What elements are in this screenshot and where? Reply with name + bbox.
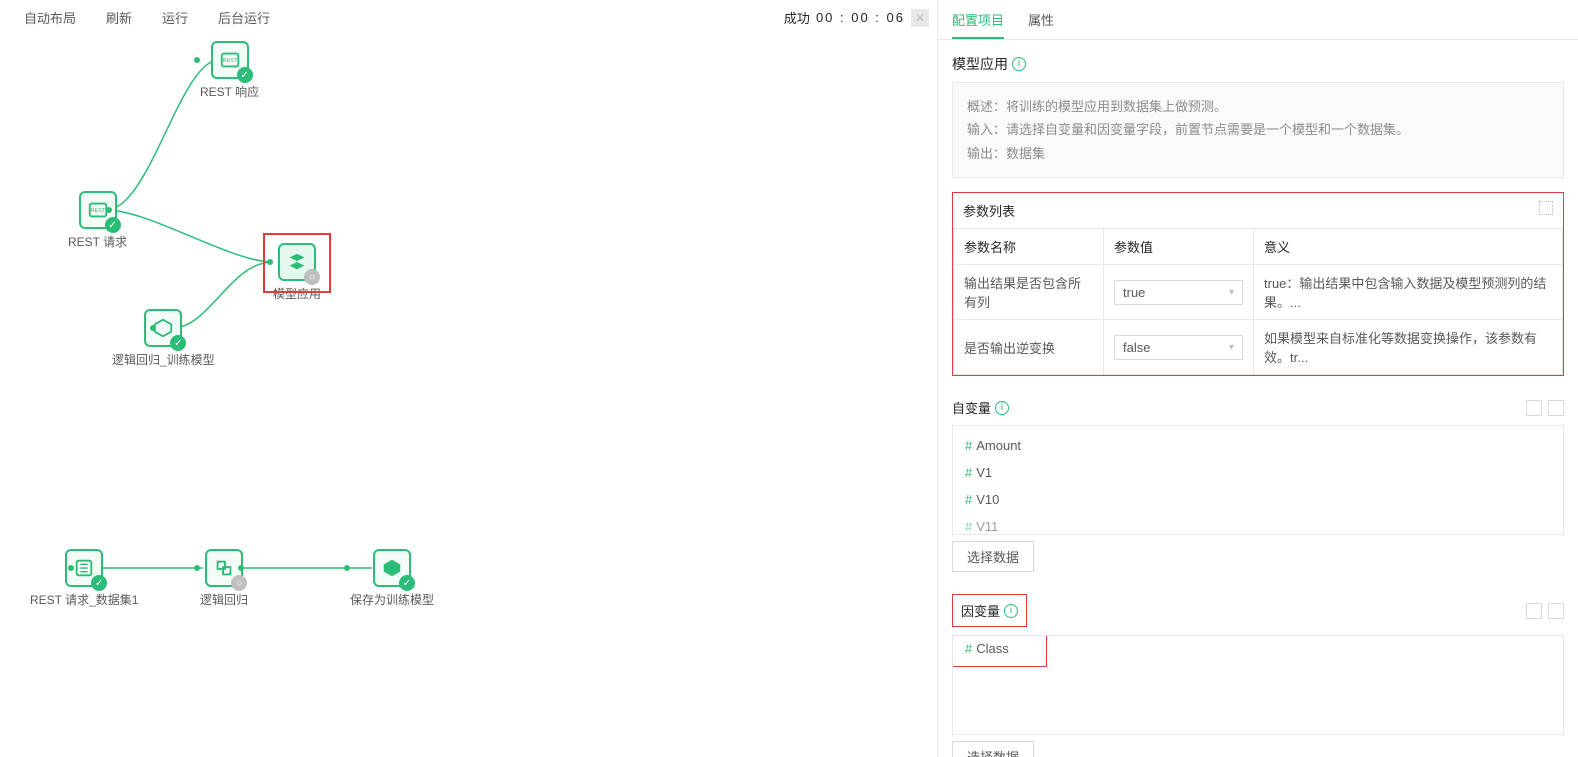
param-list-box: 参数列表 参数名称 参数值 意义 输出结果是否包含所有列 true ▾	[952, 192, 1564, 376]
select-data-button[interactable]: 选择数据	[952, 541, 1034, 572]
ivars-list[interactable]: #Amount #V1 #V10 #V11	[952, 425, 1564, 535]
node-model-apply[interactable]: ○ 模型应用	[273, 243, 321, 302]
clear-icon[interactable]	[1548, 400, 1564, 416]
param-col-name: 参数名称	[954, 229, 1104, 265]
run-button[interactable]: 运行	[162, 8, 188, 27]
run-status: 成功 00 : 00 : 06 ✕	[784, 8, 929, 27]
run-status-label: 成功	[784, 8, 810, 27]
clear-icon[interactable]	[1548, 603, 1564, 619]
close-icon[interactable]: ✕	[911, 9, 929, 27]
desc-line: 概述：将训练的模型应用到数据集上做预测。	[967, 95, 1549, 118]
neutral-icon: ○	[231, 575, 247, 591]
node-label: 逻辑回归_训练模型	[112, 353, 215, 367]
copy-icon[interactable]	[1526, 400, 1542, 416]
param-row: 输出结果是否包含所有列 true ▾ true：输出结果中包含输入数据及模型预测…	[954, 265, 1563, 320]
check-icon: ✓	[237, 67, 253, 83]
tabs: 配置项目 属性	[938, 0, 1578, 40]
node-logistic-train[interactable]: ✓ 逻辑回归_训练模型	[112, 309, 215, 368]
node-logistic-regression[interactable]: ○ 逻辑回归	[200, 549, 248, 608]
var-item[interactable]: #V1	[953, 459, 1563, 486]
chevron-down-icon: ▾	[1229, 342, 1234, 353]
info-icon[interactable]: i	[1004, 604, 1018, 618]
param-col-meaning: 意义	[1254, 229, 1563, 265]
node-rest-response[interactable]: REST ✓ REST 响应	[200, 41, 259, 100]
chevron-down-icon: ▾	[1229, 287, 1234, 298]
bg-run-button[interactable]: 后台运行	[218, 8, 270, 27]
refresh-button[interactable]: 刷新	[106, 8, 132, 27]
desc-line: 输出：数据集	[967, 142, 1549, 165]
check-icon: ✓	[170, 335, 186, 351]
param-col-value: 参数值	[1104, 229, 1254, 265]
tab-config[interactable]: 配置项目	[952, 0, 1004, 39]
dvars-title: 因变量	[961, 601, 1000, 620]
param-value-select[interactable]: true ▾	[1114, 280, 1243, 305]
var-item[interactable]: #Class	[953, 635, 1046, 662]
check-icon: ✓	[399, 575, 415, 591]
var-item[interactable]: #V10	[953, 486, 1563, 513]
param-row: 是否输出逆变换 false ▾ 如果模型来自标准化等数据变换操作，该参数有效。t…	[954, 320, 1563, 375]
node-label: REST 请求_数据集1	[30, 593, 138, 607]
node-label: 保存为训练模型	[350, 593, 434, 607]
param-list-title: 参数列表	[963, 201, 1015, 220]
var-item[interactable]: #Amount	[953, 432, 1563, 459]
tab-props[interactable]: 属性	[1028, 0, 1054, 39]
dvars-section: 因变量 i #Class 选择数据	[952, 586, 1564, 757]
description-box: 概述：将训练的模型应用到数据集上做预测。 输入：请选择自变量和因变量字段，前置节…	[952, 82, 1564, 178]
var-item[interactable]: #V11	[953, 513, 1563, 535]
select-data-button[interactable]: 选择数据	[952, 741, 1034, 757]
node-label: REST 响应	[200, 85, 259, 99]
run-status-time: 00 : 00 : 06	[816, 10, 905, 25]
expand-icon[interactable]	[1539, 201, 1553, 215]
info-icon[interactable]: i	[995, 401, 1009, 415]
canvas-panel[interactable]: 自动布局 刷新 运行 后台运行 成功 00 : 00 : 06 ✕ REST ✓…	[0, 0, 938, 757]
info-icon[interactable]: i	[1012, 57, 1026, 71]
svg-text:REST: REST	[90, 208, 105, 214]
auto-layout-button[interactable]: 自动布局	[24, 8, 76, 27]
node-rest-request-dataset[interactable]: ✓ REST 请求_数据集1	[30, 549, 138, 608]
node-save-train-model[interactable]: ✓ 保存为训练模型	[350, 549, 434, 608]
right-panel: 配置项目 属性 模型应用 i 概述：将训练的模型应用到数据集上做预测。 输入：请…	[938, 0, 1578, 757]
section-title: 模型应用 i	[952, 54, 1564, 74]
desc-line: 输入：请选择自变量和因变量字段，前置节点需要是一个模型和一个数据集。	[967, 118, 1549, 141]
node-label: 逻辑回归	[200, 593, 248, 607]
node-rest-request[interactable]: REST ✓ REST 请求	[68, 191, 127, 250]
param-value-select[interactable]: false ▾	[1114, 335, 1243, 360]
neutral-icon: ○	[304, 269, 320, 285]
param-table: 参数名称 参数值 意义 输出结果是否包含所有列 true ▾ true：输出结果…	[953, 228, 1563, 375]
dvars-list[interactable]: #Class	[952, 635, 1564, 735]
node-label: REST 请求	[68, 235, 127, 249]
copy-icon[interactable]	[1526, 603, 1542, 619]
check-icon: ✓	[105, 217, 121, 233]
check-icon: ✓	[91, 575, 107, 591]
ivars-section: 自变量 i #Amount #V1 #V10 #V11 选择数据	[952, 390, 1564, 572]
ivars-title: 自变量	[952, 398, 991, 417]
svg-text:REST: REST	[222, 58, 237, 64]
